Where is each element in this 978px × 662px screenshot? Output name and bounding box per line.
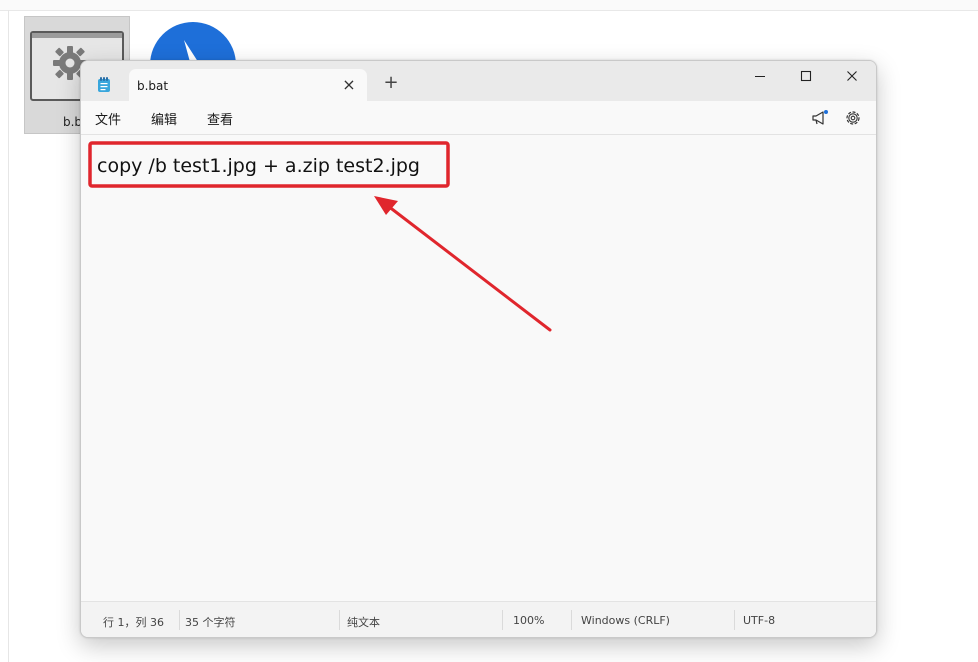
close-tab-icon[interactable]: × <box>339 75 359 95</box>
tab-title: b.bat <box>137 79 169 93</box>
title-bar: b.bat × + <box>81 61 876 102</box>
status-line-ending: Windows (CRLF) <box>581 614 670 627</box>
menu-edit[interactable]: 编辑 <box>151 109 177 128</box>
explorer-divider <box>8 10 9 662</box>
maximize-icon <box>800 70 812 82</box>
status-format: 纯文本 <box>347 616 380 629</box>
gear-icon[interactable] <box>844 109 862 127</box>
maximize-button[interactable] <box>783 61 829 91</box>
minimize-button[interactable] <box>737 61 783 91</box>
status-cursor-position: 行 1，列 36 <box>103 616 164 629</box>
notepad-window: b.bat × + 文件 编辑 查看 copy /b test1.jpg + a… <box>80 60 877 638</box>
editor-content[interactable]: copy /b test1.jpg + a.zip test2.jpg <box>97 155 420 177</box>
menu-view[interactable]: 查看 <box>207 109 233 128</box>
close-window-button[interactable] <box>829 61 875 91</box>
close-icon <box>847 71 857 81</box>
tab-b-bat[interactable]: b.bat × <box>129 69 367 102</box>
new-tab-button[interactable]: + <box>381 73 401 93</box>
menu-file[interactable]: 文件 <box>95 109 121 128</box>
menu-bar: 文件 编辑 查看 <box>81 102 876 134</box>
megaphone-icon[interactable] <box>811 109 829 127</box>
minimize-icon <box>755 76 765 77</box>
status-bar: 行 1，列 36 35 个字符 纯文本 100% Windows (CRLF) … <box>81 601 876 637</box>
status-char-count: 35 个字符 <box>185 616 236 629</box>
text-editor[interactable]: copy /b test1.jpg + a.zip test2.jpg <box>81 135 876 601</box>
status-zoom[interactable]: 100% <box>513 614 544 627</box>
explorer-toolbar-strip <box>0 0 978 11</box>
notepad-icon <box>98 77 110 92</box>
status-encoding: UTF-8 <box>743 614 776 627</box>
